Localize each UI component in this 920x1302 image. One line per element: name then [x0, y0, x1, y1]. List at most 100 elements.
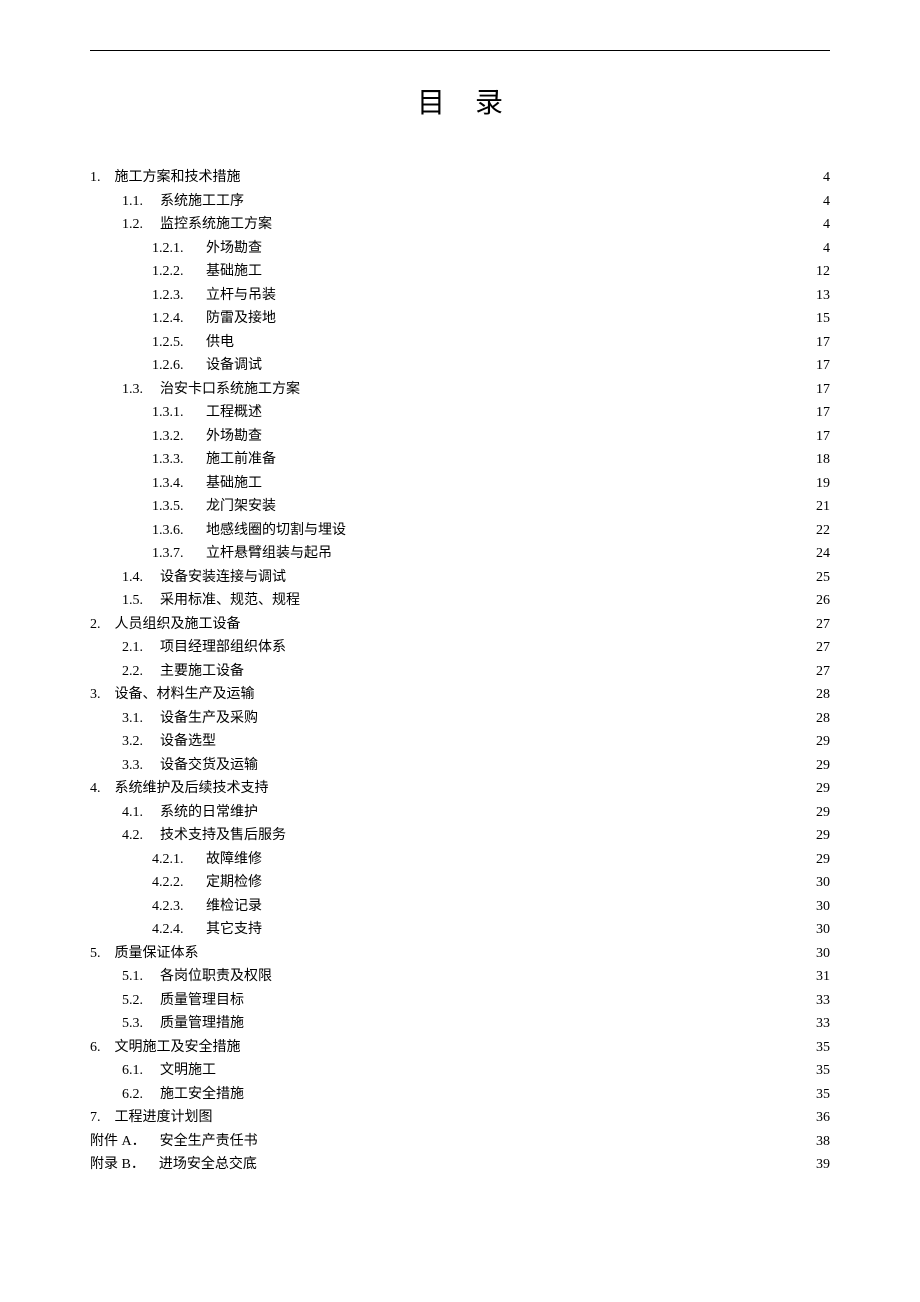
toc-page-number: 29: [816, 759, 830, 773]
toc-label: 系统的日常维护: [160, 806, 258, 820]
toc-page-number: 27: [816, 618, 830, 632]
toc-page-number: 29: [816, 806, 830, 820]
toc-label: 主要施工设备: [160, 665, 244, 679]
toc-entry: 4.1.系统的日常维护 29: [90, 806, 830, 820]
toc-number: 1.3.2.: [152, 430, 206, 444]
toc-page-number: 33: [816, 994, 830, 1008]
toc-page-number: 27: [816, 641, 830, 655]
toc-number: 1.3.6.: [152, 524, 206, 538]
toc-number: 6.: [90, 1041, 115, 1055]
toc-label: 其它支持: [206, 923, 262, 937]
toc-number: 1.3.3.: [152, 453, 206, 467]
toc-page-number: 29: [816, 735, 830, 749]
toc-label: 地感线圈的切割与埋设: [206, 524, 346, 538]
toc-number: 1.2.3.: [152, 289, 206, 303]
toc-label: 设备安装连接与调试: [160, 571, 286, 585]
toc-label: 项目经理部组织体系: [160, 641, 286, 655]
toc-entry: 7.工程进度计划图36: [90, 1111, 830, 1125]
toc-number: 2.2.: [122, 665, 160, 679]
toc-label: 质量管理目标: [160, 994, 244, 1008]
toc-page-number: 4: [823, 218, 830, 232]
toc-number: 4.2.4.: [152, 923, 206, 937]
toc-entry: 附件 A．安全生产责任书 38: [90, 1135, 830, 1149]
toc-number: 1.5.: [122, 594, 160, 608]
toc-page-number: 36: [816, 1111, 830, 1125]
toc-entry: 1.5.采用标准、规范、规程26: [90, 594, 830, 608]
toc-label: 外场勘查: [206, 242, 262, 256]
toc-entry: 1.施工方案和技术措施 4: [90, 171, 830, 185]
toc-entry: 1.3.4.基础施工19: [90, 477, 830, 491]
toc-entry: 1.4.设备安装连接与调试 25: [90, 571, 830, 585]
toc-page-number: 4: [823, 242, 830, 256]
toc-entry: 1.2.3.立杆与吊装13: [90, 289, 830, 303]
toc-label: 工程概述: [206, 406, 262, 420]
toc-label: 龙门架安装: [206, 500, 276, 514]
toc-page-number: 24: [816, 547, 830, 561]
toc-entry: 4.2.3.维检记录30: [90, 900, 830, 914]
toc-label: 安全生产责任书: [160, 1135, 258, 1149]
toc-label: 故障维修: [206, 853, 262, 867]
toc-entry: 1.3.2.外场勘查17: [90, 430, 830, 444]
toc-page-number: 4: [823, 171, 830, 185]
toc-page-number: 30: [816, 876, 830, 890]
toc-label: 文明施工: [160, 1064, 216, 1078]
toc-entry: 1.1.系统施工工序4: [90, 195, 830, 209]
toc-number: 1.2.6.: [152, 359, 206, 373]
toc-entry: 6.文明施工及安全措施35: [90, 1041, 830, 1055]
toc-page-number: 18: [816, 453, 830, 467]
toc-entry: 4.2.2.定期检修30: [90, 876, 830, 890]
toc-label: 监控系统施工方案: [160, 218, 272, 232]
toc-page-number: 29: [816, 782, 830, 796]
toc-entry: 1.2.6.设备调试17: [90, 359, 830, 373]
toc-entry: 1.3.7.立杆悬臂组装与起吊24: [90, 547, 830, 561]
toc-label: 防雷及接地: [206, 312, 276, 326]
toc-label: 定期检修: [206, 876, 262, 890]
toc-entry: 5.1.各岗位职责及权限31: [90, 970, 830, 984]
toc-page-number: 17: [816, 383, 830, 397]
toc-page-number: 33: [816, 1017, 830, 1031]
toc-label: 人员组织及施工设备: [115, 618, 241, 632]
toc-page-number: 17: [816, 359, 830, 373]
toc-page-number: 31: [816, 970, 830, 984]
toc-page-number: 39: [816, 1158, 830, 1172]
toc-number: 1.3.: [122, 383, 160, 397]
toc-page-number: 35: [816, 1041, 830, 1055]
toc-page-number: 35: [816, 1064, 830, 1078]
toc-number: 1.2.1.: [152, 242, 206, 256]
toc-label: 设备选型: [160, 735, 216, 749]
toc-number: 附件 A．: [90, 1135, 160, 1149]
toc-number: 5.1.: [122, 970, 160, 984]
toc-entry: 1.3.5.龙门架安装21: [90, 500, 830, 514]
toc-number: 5.3.: [122, 1017, 160, 1031]
toc-number: 1.4.: [122, 571, 160, 585]
toc-label: 立杆与吊装: [206, 289, 276, 303]
toc-label: 技术支持及售后服务: [160, 829, 286, 843]
toc-page-number: 30: [816, 923, 830, 937]
toc-number: 6.1.: [122, 1064, 160, 1078]
toc-label: 进场安全总交底: [159, 1158, 257, 1172]
toc-page-number: 38: [816, 1135, 830, 1149]
toc-label: 系统维护及后续技术支持: [115, 782, 269, 796]
toc-entry: 2.1.项目经理部组织体系27: [90, 641, 830, 655]
toc-number: 1.3.1.: [152, 406, 206, 420]
toc-label: 施工安全措施: [160, 1088, 244, 1102]
toc-label: 施工前准备: [206, 453, 276, 467]
toc-entry: 5.3.质量管理措施33: [90, 1017, 830, 1031]
toc-label: 供电: [206, 336, 234, 350]
toc-number: 1.: [90, 171, 115, 185]
toc-page-number: 30: [816, 947, 830, 961]
toc-label: 质量保证体系: [115, 947, 199, 961]
toc-number: 5.: [90, 947, 115, 961]
toc-number: 4.1.: [122, 806, 160, 820]
toc-entry: 1.3.6.地感线圈的切割与埋设 22: [90, 524, 830, 538]
toc-number: 3.3.: [122, 759, 160, 773]
toc-number: 2.: [90, 618, 115, 632]
toc-number: 4.: [90, 782, 115, 796]
toc-page-number: 17: [816, 406, 830, 420]
toc-page-number: 22: [816, 524, 830, 538]
toc-entry: 2.2.主要施工设备27: [90, 665, 830, 679]
toc-page-number: 25: [816, 571, 830, 585]
toc-entry: 5.2.质量管理目标33: [90, 994, 830, 1008]
toc-label: 施工方案和技术措施: [115, 171, 241, 185]
toc-number: 附录 B．: [90, 1158, 159, 1172]
